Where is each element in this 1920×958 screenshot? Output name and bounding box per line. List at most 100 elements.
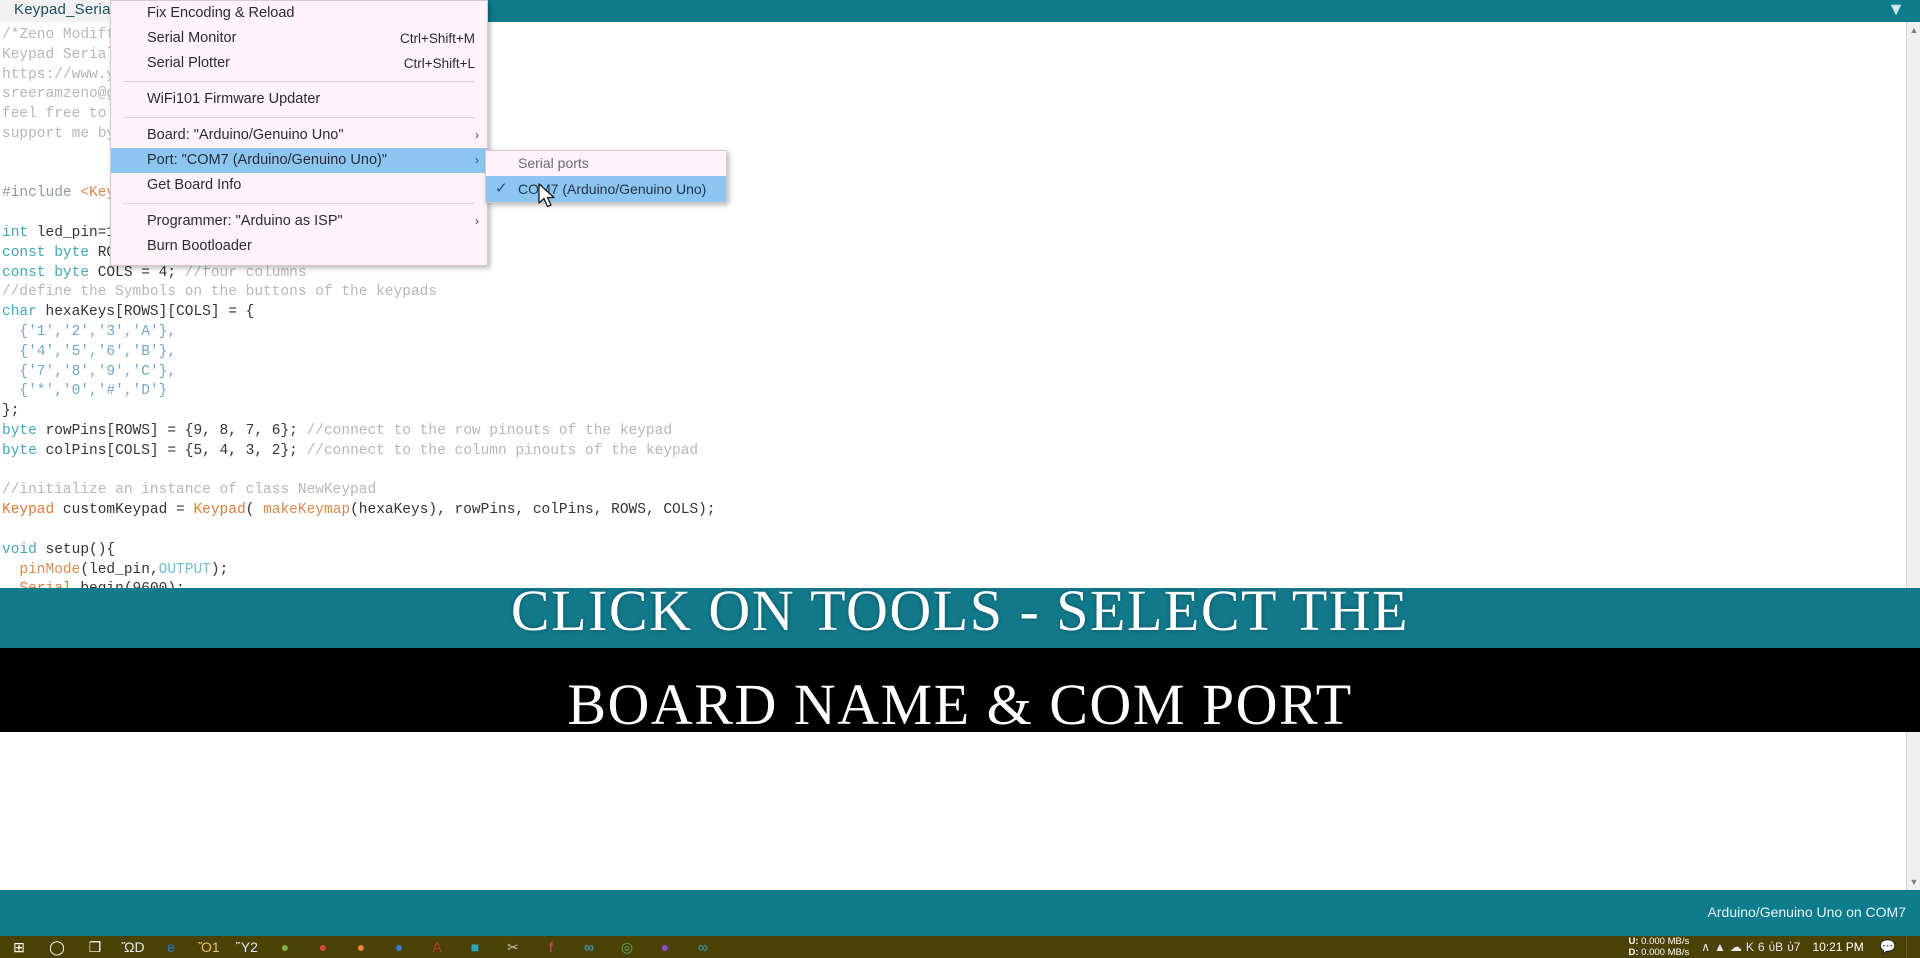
network-download-value: 0.000 MB/s (1641, 947, 1689, 958)
taskbar-clock[interactable]: 10:21 PM (1806, 940, 1869, 954)
windows-start-icon[interactable]: ⊞ (0, 936, 38, 958)
code-line: {'4','5','6','B'}, (2, 343, 1920, 363)
code-token: char (2, 304, 37, 320)
code-line: char hexaKeys[ROWS][COLS] = { (2, 303, 1920, 323)
code-line (2, 462, 1920, 482)
code-token: ); (211, 562, 228, 578)
editor-vertical-scrollbar[interactable]: ▲ ▼ (1906, 22, 1920, 890)
code-token: feel free to (2, 106, 106, 122)
code-token: byte (2, 443, 37, 459)
file-explorer-icon[interactable]: Ὄ1 (190, 936, 228, 958)
code-token: Keypad Serial (2, 47, 115, 63)
code-token: Keypad (193, 502, 245, 518)
chevron-right-icon: › (475, 123, 479, 148)
code-line: Keypad customKeypad = Keypad( makeKeymap… (2, 501, 1920, 521)
app-blue-icon[interactable]: ● (380, 936, 418, 958)
code-line (2, 521, 1920, 541)
menu-item-programmer-arduino-as-isp[interactable]: Programmer: "Arduino as ISP" › (111, 209, 487, 234)
antivirus-icon[interactable]: ▲ (1712, 940, 1728, 954)
menu-item-label: WiFi101 Firmware Updater (147, 91, 320, 107)
menu-item-get-board-info[interactable]: Get Board Info (111, 173, 487, 198)
network-download-label: D: (1628, 947, 1638, 958)
chevron-down-icon[interactable]: ▼ (1878, 0, 1914, 22)
show-desktop-button[interactable] (1906, 936, 1914, 958)
code-token: int (2, 225, 28, 241)
battery-icon[interactable]: ὐB (1767, 940, 1786, 954)
store-icon[interactable]: ὬD (114, 936, 152, 958)
app-teal-icon[interactable]: ■ (456, 936, 494, 958)
chevron-right-icon: › (475, 209, 479, 234)
app-infinity-icon[interactable]: ∞ (570, 936, 608, 958)
scroll-down-icon[interactable]: ▼ (1909, 877, 1919, 887)
caption-band-teal (0, 588, 1920, 648)
network-upload-label: U: (1628, 936, 1638, 947)
app-red-icon[interactable]: ● (304, 936, 342, 958)
code-token: https://www.y (2, 67, 115, 83)
action-center-icon[interactable]: 💬 (1874, 939, 1902, 955)
menu-item-label: Serial Plotter (147, 55, 230, 71)
edge-browser-icon[interactable]: e (152, 936, 190, 958)
code-token: (led_pin, (80, 562, 158, 578)
arduino-ide-icon[interactable]: ∞ (684, 936, 722, 958)
scroll-up-icon[interactable]: ▲ (1909, 25, 1919, 35)
app-orange-icon[interactable]: ● (342, 936, 380, 958)
code-token: makeKeymap (263, 502, 350, 518)
menu-separator (123, 81, 475, 82)
onedrive-icon[interactable]: ☁ (1728, 940, 1744, 954)
code-token: //four columns (185, 265, 307, 281)
code-line: void setup(){ (2, 541, 1920, 561)
app-scissors-icon[interactable]: ✂ (494, 936, 532, 958)
cortana-search-icon[interactable]: ◯ (38, 936, 76, 958)
network-upload-value: 0.000 MB/s (1641, 936, 1689, 947)
app-pink-icon[interactable]: f (532, 936, 570, 958)
code-token: customKeypad = (54, 502, 193, 518)
app-chrome-icon[interactable]: ◎ (608, 936, 646, 958)
code-line: //initialize an instance of class NewKey… (2, 481, 1920, 501)
menu-item-fix-encoding-reload[interactable]: Fix Encoding & Reload (111, 1, 487, 26)
taskbar-app-icons: ⊞ ◯ ❐ ὬD e Ὄ1 Ὕ2 ● ● ● ● A ■ ✂ f ∞ ◎ ● ∞ (0, 936, 722, 958)
task-view-icon[interactable]: ❐ (76, 936, 114, 958)
network-upload-row: U: 0.000 MB/s (1628, 936, 1689, 947)
screen: Keypad_Serial ▼ /*Zeno Modiff Keypad Seri… (0, 0, 1920, 958)
menu-item-label: Serial Monitor (147, 30, 236, 46)
code-token: //connect to the row pinouts of the keyp… (307, 423, 672, 439)
menu-item-label: Board: "Arduino/Genuino Uno" (147, 127, 344, 143)
chevron-right-icon: › (475, 148, 479, 173)
menu-separator (123, 117, 475, 118)
check-icon: ✓ (495, 176, 508, 202)
tools-menu[interactable]: Fix Encoding & Reload Serial Monitor Ctrl+… (110, 0, 488, 266)
acrobat-icon[interactable]: A (418, 936, 456, 958)
menu-item-board-arduino-genuino-uno[interactable]: Board: "Arduino/Genuino Uno" › (111, 123, 487, 148)
code-line: byte colPins[COLS] = {5, 4, 3, 2}; //con… (2, 442, 1920, 462)
sketch-tab-label[interactable]: Keypad_Serial (14, 1, 114, 18)
network-rate-monitor: U: 0.000 MB/s D: 0.000 MB/s (1628, 936, 1689, 958)
code-token: (hexaKeys), rowPins, colPins, ROWS, COLS… (350, 502, 715, 518)
code-token: const byte (2, 245, 89, 261)
network-error-icon[interactable]: ὏6 (1756, 940, 1767, 954)
submenu-item-com7[interactable]: ✓ COM7 (Arduino/Genuino Uno) (486, 176, 726, 202)
kaspersky-icon[interactable]: K (1744, 940, 1756, 954)
network-download-row: D: 0.000 MB/s (1628, 947, 1689, 958)
code-token: OUTPUT (159, 562, 211, 578)
code-line: {'1','2','3','A'}, (2, 323, 1920, 343)
show-hidden-icons-icon[interactable]: ∧ (1699, 940, 1712, 954)
menu-item-serial-monitor[interactable]: Serial Monitor Ctrl+Shift+M (111, 26, 487, 51)
app-green-icon[interactable]: ● (266, 936, 304, 958)
menu-item-label: Port: "COM7 (Arduino/Genuino Uno)" (147, 152, 387, 168)
notepad-icon[interactable]: Ὕ2 (228, 936, 266, 958)
menu-separator (123, 203, 475, 204)
code-token: pinMode (2, 562, 80, 578)
volume-muted-icon[interactable]: ὐ7 (1785, 940, 1802, 954)
menu-item-shortcut: Ctrl+Shift+M (400, 26, 475, 51)
menu-item-serial-plotter[interactable]: Serial Plotter Ctrl+Shift+L (111, 51, 487, 76)
code-token: Keypad (2, 502, 54, 518)
code-line: {'7','8','9','C'}, (2, 363, 1920, 383)
menu-item-port-com7-arduino-genuino-uno[interactable]: Port: "COM7 (Arduino/Genuino Uno)" › (111, 148, 487, 173)
menu-item-label: Programmer: "Arduino as ISP" (147, 213, 343, 229)
menu-item-burn-bootloader[interactable]: Burn Bootloader (111, 234, 487, 259)
windows-taskbar: ⊞ ◯ ❐ ὬD e Ὄ1 Ὕ2 ● ● ● ● A ■ ✂ f ∞ ◎ ● ∞ U: 0.000 MB/s D: … (0, 936, 1920, 958)
menu-item-wifi101-firmware-updater[interactable]: WiFi101 Firmware Updater (111, 87, 487, 112)
code-token: support me by (2, 126, 115, 142)
app-purple-icon[interactable]: ● (646, 936, 684, 958)
port-submenu[interactable]: Serial ports ✓ COM7 (Arduino/Genuino Uno… (485, 150, 727, 203)
